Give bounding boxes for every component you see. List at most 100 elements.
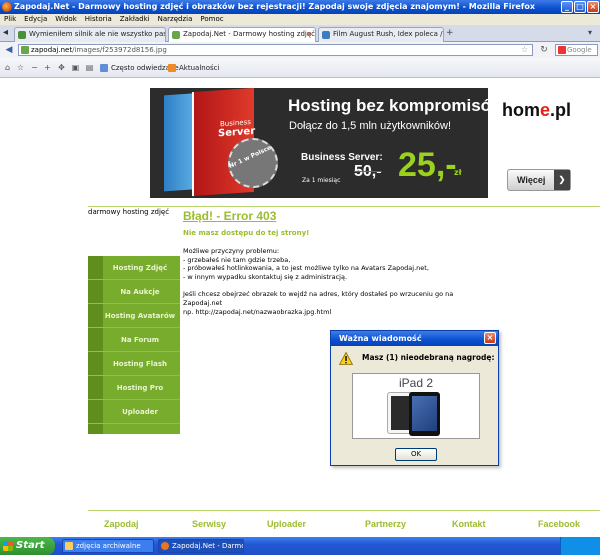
close-tab-icon[interactable]: ×	[306, 28, 312, 41]
tab-list-icon[interactable]: ◂	[3, 28, 8, 38]
zapodaj-favicon-icon	[172, 31, 180, 39]
error-subtitle: Nie masz dostępu do tej strony!	[183, 229, 310, 237]
window-controls: _ □ ×	[561, 1, 599, 13]
sidebar-item-hosting-flash[interactable]: Hosting Flash	[88, 352, 180, 376]
sidebar-item-na-forum[interactable]: Na Forum	[88, 328, 180, 352]
menu-view[interactable]: Widok	[55, 14, 77, 25]
bookmark-news[interactable]: Aktualności	[168, 58, 219, 78]
menu-tools[interactable]: Narzędzia	[158, 14, 193, 25]
sidebar-nav: Hosting Zdjęć Na Aukcje Hosting Avatarów…	[88, 256, 180, 434]
banner-old-price: 50,-	[354, 163, 382, 180]
windows-taskbar: Start zdjęcia archiwalne Zapodaj.Net - D…	[0, 537, 600, 555]
menu-history[interactable]: Historia	[85, 14, 112, 25]
all-tabs-icon[interactable]: ▾	[588, 28, 592, 37]
move-icon[interactable]: ✥	[57, 63, 66, 72]
sidebar-item-hosting-pro[interactable]: Hosting Pro	[88, 376, 180, 400]
ipad-black-device	[409, 392, 440, 436]
bookmark-star-icon[interactable]: ☆	[521, 45, 528, 55]
reason-item: - grzebałeś nie tam gdzie trzeba,	[183, 255, 291, 264]
window-title: Zapodaj.Net - Darmowy hosting zdjęć i ob…	[14, 2, 535, 11]
url-host: zapodaj.net	[31, 46, 73, 54]
tab-film[interactable]: Film August Rush, Idex poleca / Nagradz.…	[318, 27, 444, 42]
zoom-in-icon[interactable]: +	[43, 63, 52, 72]
banner-ad[interactable]: Business Server Nr 1 w Polsce Hosting be…	[150, 88, 580, 198]
warning-icon	[339, 352, 353, 365]
minimize-button[interactable]: _	[561, 1, 573, 13]
firefox-icon	[2, 2, 12, 12]
home-icon[interactable]: ⌂	[3, 63, 12, 72]
taskbar-item-folder[interactable]: zdjęcia archiwalne	[62, 539, 154, 553]
window-titlebar: Zapodaj.Net - Darmowy hosting zdjęć i ob…	[0, 0, 600, 14]
prize-dialog: Ważna wiadomość × Masz (1) nieodebraną n…	[330, 330, 499, 466]
footer-link-zapodaj[interactable]: Zapodaj	[104, 519, 139, 529]
folder-icon	[65, 542, 73, 550]
footer-link-uploader[interactable]: Uploader	[267, 519, 306, 529]
tab-label: Zapodaj.Net - Darmowy hosting zdjęć i o.…	[183, 30, 315, 38]
footer-link-kontakt[interactable]: Kontakt	[452, 519, 486, 529]
reload-icon[interactable]: ↻	[538, 44, 550, 56]
search-input[interactable]: Google	[555, 44, 598, 56]
reason-item: - w innym wypadku skontaktuj się z admin…	[183, 272, 348, 281]
banner-more-button[interactable]: Więcej ❯	[507, 169, 571, 191]
system-tray	[560, 537, 600, 555]
footer-divider	[88, 510, 600, 511]
bookmark-icon	[100, 64, 108, 72]
dialog-titlebar: Ważna wiadomość ×	[331, 331, 498, 346]
menu-edit[interactable]: Edycja	[24, 14, 47, 25]
footer-link-serwisy[interactable]: Serwisy	[192, 519, 226, 529]
banner-new-price: 25,-	[398, 146, 457, 184]
menu-help[interactable]: Pomoc	[200, 14, 223, 25]
footer-link-partnerzy[interactable]: Partnerzy	[365, 519, 406, 529]
dialog-title: Ważna wiadomość	[339, 334, 422, 343]
windows-logo-icon	[3, 541, 13, 551]
chevron-right-icon: ❯	[554, 170, 570, 190]
google-icon	[558, 46, 566, 54]
bookmark-label: Aktualności	[179, 64, 220, 72]
menu-bookmarks[interactable]: Zakładki	[120, 14, 150, 25]
hint-text: Jeśli chcesz obejrzeć obrazek to wejdź n…	[183, 290, 454, 307]
new-tab-icon[interactable]: +	[446, 28, 454, 38]
tab-zapodaj[interactable]: Zapodaj.Net - Darmowy hosting zdjęć i o.…	[168, 27, 316, 42]
footer-links: Zapodaj Serwisy Uploader Partnerzy Konta…	[88, 519, 600, 533]
site-favicon-icon	[21, 46, 29, 54]
banner-headline: Hosting bez kompromisów	[288, 96, 505, 115]
close-window-button[interactable]: ×	[587, 1, 599, 13]
zoom-out-icon[interactable]: −	[30, 63, 39, 72]
tab-forum[interactable]: Wymieniłem silnik ale nie wszystko pasuj…	[14, 27, 166, 42]
film-favicon-icon	[322, 31, 330, 39]
rss-icon	[168, 64, 176, 72]
sidebar-item-na-aukcje[interactable]: Na Aukcje	[88, 280, 180, 304]
address-bar[interactable]: zapodaj.net/images/f253972d8156.jpg ☆	[18, 44, 533, 56]
sidebar-item-hosting-avatarow[interactable]: Hosting Avatarów	[88, 304, 180, 328]
reason-item: - próbowałeś hotlinkowania, a to jest mo…	[183, 264, 429, 273]
screen-icon[interactable]: ▣	[71, 63, 80, 72]
header-divider	[88, 206, 600, 207]
navigation-bar: ◀ zapodaj.net/images/f253972d8156.jpg ☆ …	[0, 42, 600, 58]
url-path: /images/f253972d8156.jpg	[72, 46, 167, 54]
bookmarks-toolbar: ⌂ ☆ − + ✥ ▣ ▤ Często odwiedzane Aktualno…	[0, 58, 600, 78]
back-icon[interactable]: ◀	[3, 44, 15, 56]
maximize-button[interactable]: □	[574, 1, 586, 13]
star-icon[interactable]: ☆	[16, 63, 25, 72]
prize-label: iPad 2	[399, 376, 434, 390]
error-description: Możliwe przyczyny problemu: - grzebałeś …	[183, 247, 483, 325]
banner-currency: zł	[454, 168, 462, 177]
dialog-ok-button[interactable]: OK	[395, 448, 437, 461]
page-icon[interactable]: ▤	[85, 63, 94, 72]
dialog-close-button[interactable]: ×	[484, 332, 496, 344]
bookmark-most-visited[interactable]: Często odwiedzane	[100, 58, 179, 78]
error-title: Błąd! - Error 403	[183, 209, 277, 223]
prize-image[interactable]: iPad 2	[352, 373, 480, 439]
sidebar-item-uploader[interactable]: Uploader	[88, 400, 180, 424]
search-placeholder: Google	[567, 46, 592, 54]
sidebar-item-hosting-zdjec[interactable]: Hosting Zdjęć	[88, 256, 180, 280]
menu-bar: Plik Edycja Widok Historia Zakładki Narz…	[0, 14, 600, 25]
banner-subline: Dołącz do 1,5 mln użytkowników!	[289, 120, 452, 132]
tab-bar: ◂ Wymieniłem silnik ale nie wszystko pas…	[0, 25, 600, 42]
start-button[interactable]: Start	[0, 537, 55, 555]
footer-link-facebook[interactable]: Facebook	[538, 519, 580, 529]
reasons-heading: Możliwe przyczyny problemu:	[183, 247, 280, 255]
menu-file[interactable]: Plik	[4, 14, 16, 25]
site-logo-text: darmowy hosting zdjęć	[88, 208, 170, 216]
taskbar-item-firefox[interactable]: Zapodaj.Net - Darmo...	[158, 539, 244, 553]
